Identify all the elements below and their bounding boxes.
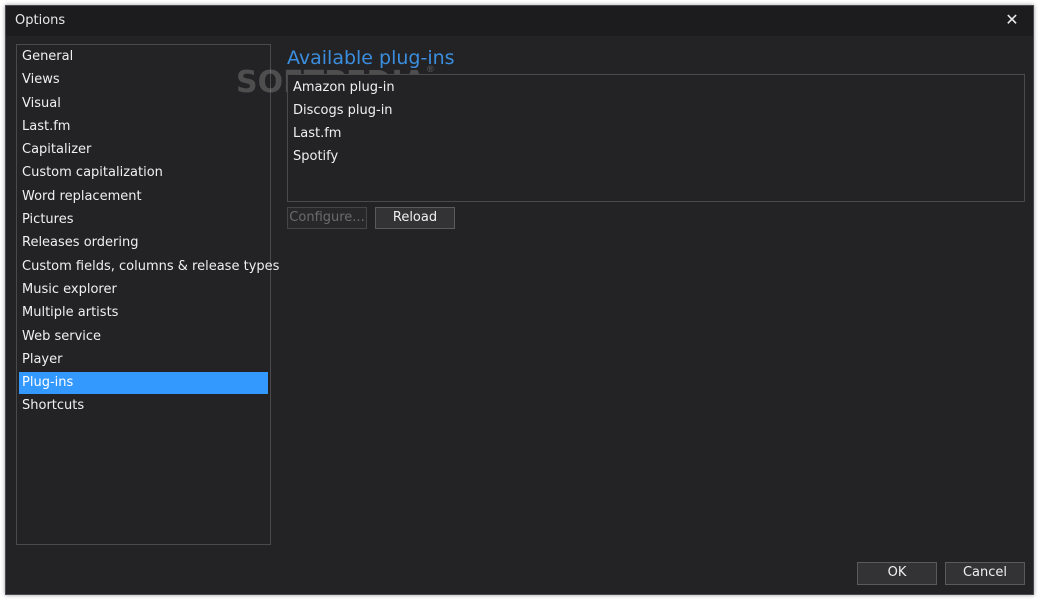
sidebar-item-player[interactable]: Player <box>19 349 268 371</box>
close-icon[interactable]: ✕ <box>1001 9 1023 31</box>
plugin-list[interactable]: Amazon plug-in Discogs plug-in Last.fm S… <box>287 74 1025 202</box>
plugin-item-lastfm[interactable]: Last.fm <box>293 123 1013 145</box>
sidebar-item-multiple-artists[interactable]: Multiple artists <box>19 302 268 324</box>
page-title: Available plug-ins <box>287 47 455 69</box>
sidebar-item-general[interactable]: General <box>19 46 268 68</box>
plugin-item-spotify[interactable]: Spotify <box>293 146 1013 168</box>
options-category-list[interactable]: General Views Visual Last.fm Capitalizer… <box>16 44 279 545</box>
window-title: Options <box>15 13 66 28</box>
sidebar-item-pictures[interactable]: Pictures <box>19 209 268 231</box>
sidebar-item-custom-fields[interactable]: Custom fields, columns & release types <box>19 256 279 278</box>
sidebar-item-word-replacement[interactable]: Word replacement <box>19 186 268 208</box>
sidebar-item-lastfm[interactable]: Last.fm <box>19 116 268 138</box>
title-bar[interactable]: Options ✕ <box>6 6 1033 36</box>
plugin-item-amazon[interactable]: Amazon plug-in <box>293 77 1013 99</box>
plugin-item-discogs[interactable]: Discogs plug-in <box>293 100 1013 122</box>
sidebar-item-views[interactable]: Views <box>19 69 268 91</box>
sidebar-item-music-explorer[interactable]: Music explorer <box>19 279 268 301</box>
sidebar-item-visual[interactable]: Visual <box>19 93 268 115</box>
sidebar-item-releases-ordering[interactable]: Releases ordering <box>19 232 268 254</box>
sidebar-item-capitalizer[interactable]: Capitalizer <box>19 139 268 161</box>
sidebar-item-shortcuts[interactable]: Shortcuts <box>19 395 268 417</box>
configure-button[interactable]: Configure... <box>287 207 367 229</box>
reload-button[interactable]: Reload <box>375 207 455 229</box>
options-window: Options ✕ General Views Visual Last.fm C… <box>5 5 1034 595</box>
sidebar-item-plug-ins[interactable]: Plug-ins <box>19 372 268 394</box>
ok-button[interactable]: OK <box>857 562 937 585</box>
cancel-button[interactable]: Cancel <box>945 562 1025 585</box>
sidebar-item-custom-capitalization[interactable]: Custom capitalization <box>19 162 268 184</box>
sidebar-item-web-service[interactable]: Web service <box>19 326 268 348</box>
